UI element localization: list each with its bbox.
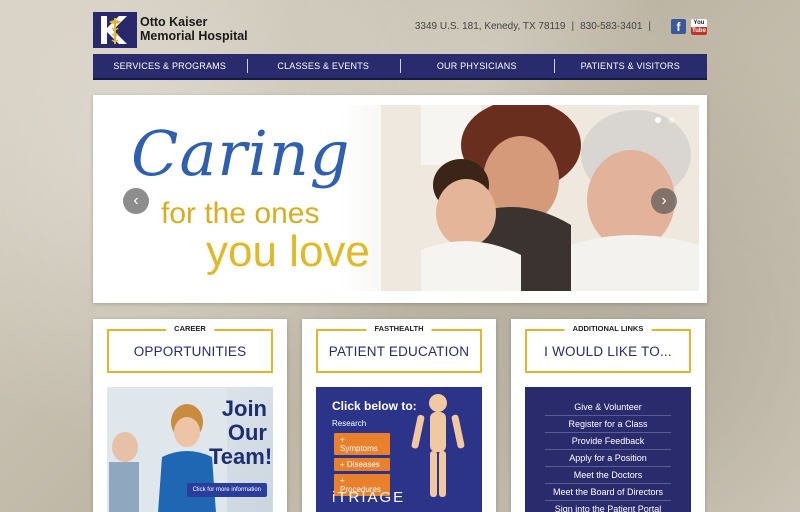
phone-text[interactable]: 830-583-3401 bbox=[580, 21, 642, 32]
link-give-volunteer[interactable]: Give & Volunteer bbox=[545, 399, 671, 416]
link-meet-board[interactable]: Meet the Board of Directors bbox=[545, 484, 671, 501]
contact-info: 3349 U.S. 181, Kenedy, TX 78119 | 830-583-… bbox=[415, 21, 657, 32]
career-card: CAREER OPPORTUNITIES Join Our Team! Clic… bbox=[93, 319, 287, 512]
address-text: 3349 U.S. 181, Kenedy, TX 78119 bbox=[414, 21, 566, 32]
prev-slide-icon[interactable]: ‹ bbox=[123, 188, 149, 214]
symptoms-button[interactable]: + Symptoms bbox=[334, 433, 390, 455]
join-team-image[interactable]: Join Our Team! Click for more informatio… bbox=[107, 387, 273, 512]
fasthealth-label-box[interactable]: FASTHEALTH PATIENT EDUCATION bbox=[316, 324, 482, 373]
hospital-logo-icon[interactable] bbox=[93, 12, 137, 48]
link-register-class[interactable]: Register for a Class bbox=[545, 416, 671, 433]
links-label-box: ADDITIONAL LINKS I WOULD LIKE TO... bbox=[525, 324, 691, 373]
links-title: I WOULD LIKE TO... bbox=[544, 344, 672, 359]
main-nav: SERVICES & PROGRAMS CLASSES & EVENTS OUR… bbox=[93, 54, 707, 80]
link-apply-position[interactable]: Apply for a Position bbox=[545, 450, 671, 467]
separator: | bbox=[571, 21, 575, 32]
slogan-you-love: you love bbox=[206, 227, 370, 276]
nav-services-programs[interactable]: SERVICES & PROGRAMS bbox=[93, 54, 247, 78]
nav-patients-visitors[interactable]: PATIENTS & VISITORS bbox=[553, 54, 708, 78]
logo-line2: Memorial Hospital bbox=[140, 29, 248, 43]
more-info-button[interactable]: Click for more information bbox=[186, 483, 267, 497]
fasthealth-title: PATIENT EDUCATION bbox=[328, 344, 470, 359]
logo-line1: Otto Kaiser bbox=[140, 15, 208, 29]
diseases-button[interactable]: + Diseases bbox=[334, 458, 390, 471]
link-provide-feedback[interactable]: Provide Feedback bbox=[545, 433, 671, 450]
slogan-caring: Caring bbox=[131, 117, 351, 190]
research-label: Research bbox=[332, 419, 367, 428]
slide-indicator-active[interactable] bbox=[655, 117, 661, 123]
next-slide-icon[interactable]: › bbox=[651, 188, 677, 214]
link-patient-portal[interactable]: Sign into the Patient Portal bbox=[545, 501, 671, 512]
click-below-heading: Click below to: bbox=[332, 399, 417, 413]
additional-links-card: ADDITIONAL LINKS I WOULD LIKE TO... Give… bbox=[511, 319, 705, 512]
slogan-for-the-ones: for the ones bbox=[161, 197, 320, 230]
youtube-you: You bbox=[693, 20, 705, 26]
link-meet-doctors[interactable]: Meet the Doctors bbox=[545, 467, 671, 484]
youtube-tube: Tube bbox=[691, 27, 707, 35]
fasthealth-card: FASTHEALTH PATIENT EDUCATION Click below… bbox=[302, 319, 496, 512]
social-links: f You Tube bbox=[671, 19, 707, 35]
links-list: Give & Volunteer Register for a Class Pr… bbox=[545, 399, 671, 512]
hero-slide[interactable]: Caring for the ones you love ‹ › bbox=[101, 105, 699, 291]
itriage-logo: iTRIAGE bbox=[332, 489, 406, 506]
links-panel: Give & Volunteer Register for a Class Pr… bbox=[525, 387, 691, 512]
itriage-widget[interactable]: Click below to: Research + Symptoms + Di… bbox=[316, 387, 482, 512]
slide-indicator[interactable] bbox=[669, 117, 675, 123]
hospital-name[interactable]: Otto Kaiser Memorial Hospital bbox=[140, 15, 248, 43]
career-kicker: CAREER bbox=[166, 324, 214, 333]
research-options: + Symptoms + Diseases + Procedures bbox=[334, 433, 390, 496]
nav-classes-events[interactable]: CLASSES & EVENTS bbox=[246, 54, 401, 78]
hero-slider: Caring for the ones you love ‹ › bbox=[93, 95, 707, 303]
career-label-box[interactable]: CAREER OPPORTUNITIES bbox=[107, 324, 273, 373]
separator: | bbox=[648, 21, 651, 32]
join-our-team-heading: Join Our Team! bbox=[209, 396, 273, 469]
site-header: Otto Kaiser Memorial Hospital 3349 U.S. … bbox=[93, 12, 707, 48]
fasthealth-kicker: FASTHEALTH bbox=[366, 324, 432, 333]
youtube-icon[interactable]: You Tube bbox=[691, 19, 707, 35]
body-figure-icon bbox=[411, 394, 465, 497]
nav-our-physicians[interactable]: OUR PHYSICIANS bbox=[400, 54, 554, 78]
facebook-icon[interactable]: f bbox=[671, 19, 686, 34]
links-kicker: ADDITIONAL LINKS bbox=[564, 324, 652, 333]
career-title: OPPORTUNITIES bbox=[133, 344, 247, 359]
